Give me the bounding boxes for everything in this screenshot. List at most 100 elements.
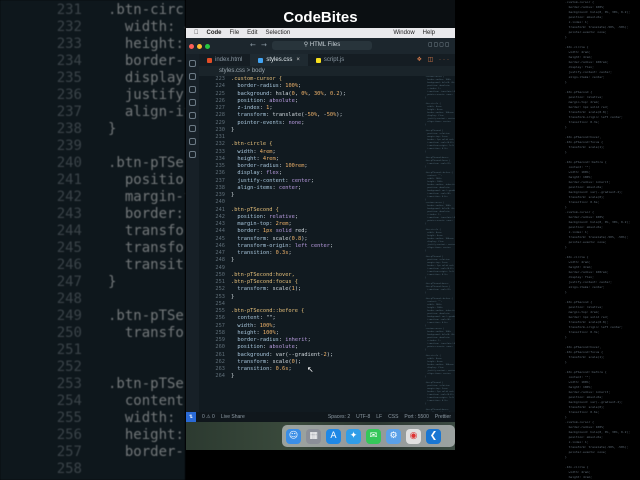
code-line[interactable]: transform: scale(0.8); — [231, 236, 346, 243]
code-line[interactable]: } — [231, 373, 346, 380]
code-line[interactable]: pointer-events: none; — [231, 120, 346, 127]
layout-icons[interactable]: □□□□ — [429, 41, 451, 48]
close-window-button[interactable] — [189, 43, 194, 49]
testing-icon[interactable] — [189, 138, 196, 145]
code-line[interactable]: .custom-cursor { — [231, 76, 346, 83]
background-code-line: ​ — [108, 138, 185, 155]
code-line[interactable]: display: flex; — [231, 170, 346, 177]
code-line[interactable]: .btn-pTSecond { — [231, 207, 346, 214]
code-line[interactable]: position: absolute; — [231, 344, 346, 351]
preview-icon[interactable]: ⚙ — [386, 428, 401, 444]
code-line[interactable]: align-items: center; — [231, 185, 346, 192]
code-line[interactable]: position: absolute; — [231, 98, 346, 105]
code-line[interactable]: .btn-circle { — [231, 141, 346, 148]
code-line[interactable]: transform: scale(1); — [231, 286, 346, 293]
problems-count[interactable]: 0 ⚠ 0 — [202, 414, 215, 420]
menu-item-edit[interactable]: Edit — [247, 30, 257, 36]
code-line[interactable]: } — [231, 192, 346, 199]
background-code-line: ​ — [108, 359, 185, 376]
search-sidebar-icon[interactable] — [189, 73, 196, 80]
extensions-icon[interactable] — [189, 112, 196, 119]
code-line[interactable]: width: 100%; — [231, 323, 346, 330]
menu-item-selection[interactable]: Selection — [266, 30, 291, 36]
line-number: 253 — [215, 293, 225, 300]
messages-icon[interactable]: ✉ — [366, 428, 381, 444]
code-line[interactable]: margin-top: 2rem; — [231, 221, 346, 228]
code-line[interactable]: .btn-pTSecond:hover, — [231, 272, 346, 279]
code-line[interactable]: ​ — [231, 134, 346, 141]
apple-icon[interactable]:  — [194, 30, 199, 36]
live-server-port[interactable]: Port : 5500 — [404, 414, 428, 420]
code-line[interactable]: border-radius: inherit; — [231, 337, 346, 344]
code-line[interactable]: ​ — [231, 265, 346, 272]
line-number: 259 — [215, 337, 225, 343]
line-number: 251 — [215, 279, 225, 285]
line-number: 237 — [215, 177, 225, 184]
code-line[interactable]: z-index: 1; — [231, 105, 346, 112]
code-line[interactable]: transform: scale(0); — [231, 359, 346, 366]
run-debug-icon[interactable] — [189, 99, 196, 106]
live-share-status[interactable]: Live Share — [221, 414, 245, 420]
code-line[interactable]: ​ — [231, 301, 346, 308]
code-line[interactable]: border: 1px solid red; — [231, 228, 346, 235]
code-line[interactable]: transition: 0.6s; — [231, 366, 346, 373]
code-line[interactable]: justify-content: center; — [231, 178, 346, 185]
indentation-status[interactable]: Spaces: 2 — [328, 414, 350, 420]
code-line[interactable]: } — [231, 127, 346, 134]
code-line[interactable]: ​ — [231, 199, 346, 206]
line-number: 252 — [215, 286, 225, 293]
finder-icon[interactable]: ☺ — [286, 428, 301, 444]
back-arrow-icon[interactable]: ← — [250, 41, 256, 49]
remote-explorer-icon[interactable] — [189, 125, 196, 132]
live-share-icon[interactable] — [189, 151, 196, 158]
safari-icon[interactable]: ✦ — [346, 428, 361, 444]
prettier-status[interactable]: Prettier — [435, 414, 451, 420]
minimize-window-button[interactable] — [197, 43, 202, 49]
line-number: 255 — [215, 308, 225, 314]
close-tab-icon[interactable]: × — [296, 54, 300, 66]
menu-item-help[interactable]: Help — [423, 30, 435, 36]
code-line[interactable]: transform-origin: left center; — [231, 243, 346, 250]
explorer-icon[interactable] — [189, 60, 196, 67]
forward-arrow-icon[interactable]: → — [261, 41, 267, 49]
tab-index-html[interactable]: index.html — [199, 54, 250, 66]
launchpad-icon[interactable]: ▦ — [306, 428, 321, 444]
editor-actions[interactable]: ❖ ◫ ··· — [417, 54, 455, 66]
code-editor[interactable]: 223 224 225 226 227 228 229 230 231 232 233 234 235 2… — [199, 76, 425, 412]
code-line[interactable]: } — [231, 294, 346, 301]
code-line[interactable]: border-radius: 100rem; — [231, 163, 346, 170]
code-line[interactable]: width: 4rem; — [231, 149, 346, 156]
minimap[interactable]: .custom-cursor { border-radius: 100%; ba… — [425, 76, 455, 412]
code-line[interactable]: height: 100%; — [231, 330, 346, 337]
app-store-icon[interactable]: A — [326, 428, 341, 444]
source-control-icon[interactable] — [189, 86, 196, 93]
zoom-window-button[interactable] — [205, 43, 210, 49]
language-mode[interactable]: CSS — [388, 414, 398, 420]
command-search-box[interactable]: ⚲ HTML Files — [272, 41, 372, 50]
code-line[interactable]: } — [231, 257, 346, 264]
line-number: 234 — [215, 155, 225, 162]
tab-styles-css[interactable]: styles.css × — [250, 54, 308, 66]
vscode-icon[interactable]: ❮ — [426, 428, 441, 444]
chrome-icon[interactable]: ◉ — [406, 428, 421, 444]
code-line[interactable]: transition: 0.3s; — [231, 250, 346, 257]
code-line[interactable]: border-radius: 100%; — [231, 83, 346, 90]
code-line[interactable]: background: hsla(0, 0%, 30%, 0.2); — [231, 91, 346, 98]
code-line[interactable]: transform: translate(-50%, -50%); — [231, 112, 346, 119]
menu-item-file[interactable]: File — [230, 30, 240, 36]
code-line[interactable]: .btn-pTSecond::before { — [231, 308, 346, 315]
remote-indicator[interactable]: ⇅ — [186, 412, 196, 422]
code-line[interactable]: height: 4rem; — [231, 156, 346, 163]
eol-status[interactable]: LF — [376, 414, 382, 420]
code-line[interactable]: background: var(--gradient-2); — [231, 352, 346, 359]
tab-script-js[interactable]: script.js — [308, 54, 352, 66]
source-code[interactable]: .custom-cursor { border-radius: 100%; ba… — [231, 76, 346, 381]
menu-item-window[interactable]: Window — [393, 30, 414, 36]
breadcrumb[interactable]: styles.css > body — [199, 66, 455, 76]
menu-item-code[interactable]: Code — [207, 30, 222, 36]
code-line[interactable]: .btn-pTSecond:focus { — [231, 279, 346, 286]
code-line[interactable]: content: ""; — [231, 315, 346, 322]
code-line[interactable]: position: relative; — [231, 214, 346, 221]
encoding-status[interactable]: UTF-8 — [356, 414, 370, 420]
background-code-line: transform — [124, 240, 185, 256]
